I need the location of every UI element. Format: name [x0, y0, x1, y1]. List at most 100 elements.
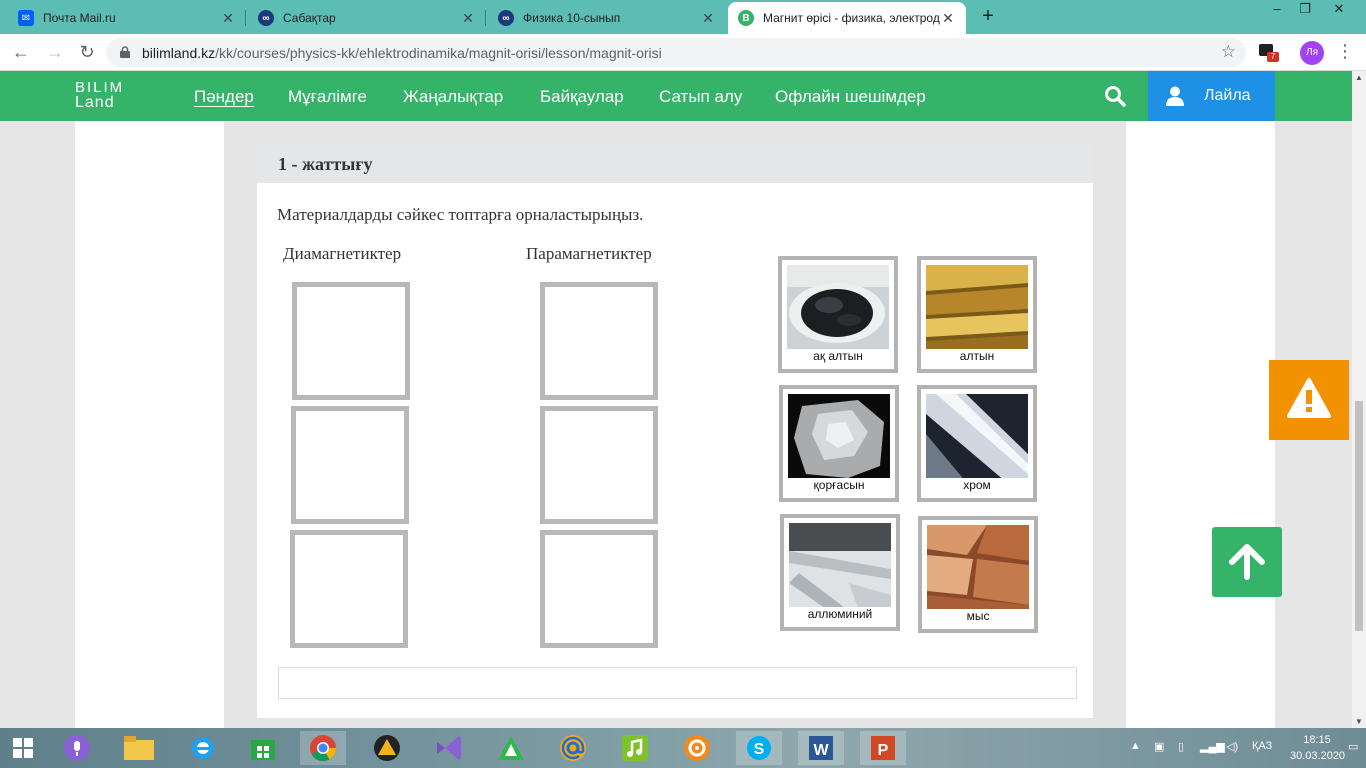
taskbar-skype[interactable]: S [736, 731, 782, 765]
nav-buy[interactable]: Сатып алу [659, 87, 742, 107]
minimize-icon[interactable]: – [1262, 0, 1292, 20]
voice-assistant-button[interactable] [54, 731, 100, 765]
extension-icon[interactable]: 7 [1258, 42, 1279, 62]
extension-badge: 7 [1267, 52, 1279, 62]
nav-news[interactable]: Жаңалықтар [403, 87, 503, 107]
site-header: BILIM Land Пәндер Мұғалімге Жаңалықтар Б… [0, 71, 1352, 121]
material-label: қорғасын [788, 478, 890, 492]
scroll-up-arrow-icon[interactable]: ▲ [1355, 73, 1363, 82]
paramagnetic-drop-slot[interactable] [540, 406, 658, 524]
notifications-icon[interactable]: ▭ [1348, 740, 1358, 753]
material-tile-white-gold[interactable]: ақ алтын [778, 256, 898, 373]
material-tile-chrome[interactable]: хром [917, 385, 1037, 502]
taskbar-app-orange[interactable] [674, 731, 720, 765]
tab-physics[interactable]: ∞ Физика 10-сынып ✕ [488, 2, 726, 34]
svg-text:S: S [754, 741, 765, 758]
warning-icon [1287, 378, 1331, 418]
svg-text:P: P [878, 742, 889, 759]
tab-title: Почта Mail.ru [43, 11, 116, 25]
taskbar-file-explorer[interactable] [116, 731, 162, 765]
search-icon[interactable] [1104, 85, 1126, 107]
taskbar-powerpoint[interactable]: P [860, 731, 906, 765]
start-button[interactable] [0, 731, 46, 765]
tab-sabaqtar[interactable]: ∞ Сабақтар ✕ [248, 2, 486, 34]
paramagnetic-drop-slot[interactable] [540, 282, 658, 400]
bilimland-icon: B [738, 10, 754, 26]
forward-icon[interactable]: → [42, 40, 68, 66]
tab-mail[interactable]: ✉ Почта Mail.ru ✕ [8, 2, 246, 34]
nav-offline[interactable]: Офлайн шешімдер [775, 87, 926, 107]
system-clock[interactable]: 18:15 30.03.2020 [1290, 732, 1345, 764]
url-path: /kk/courses/physics-kk/ehlektrodinamika/… [215, 45, 662, 61]
material-tile-gold[interactable]: алтын [917, 256, 1037, 373]
tab-magnit-orisi[interactable]: B Магнит өрісі - физика, электрод ✕ [728, 2, 966, 34]
new-tab-button[interactable]: + [976, 5, 1000, 29]
close-window-icon[interactable]: ✕ [1324, 0, 1354, 20]
user-name: Лайла [1204, 87, 1251, 104]
user-icon [1166, 86, 1184, 106]
taskbar-app-green[interactable] [488, 731, 534, 765]
powerpoint-icon: P [871, 736, 895, 760]
profile-avatar[interactable]: Ля [1300, 41, 1324, 65]
material-tile-copper[interactable]: мыс [918, 516, 1038, 633]
show-hidden-icons-icon[interactable]: ▲ [1130, 740, 1141, 752]
page-scrollbar[interactable]: ▲ ▼ [1352, 71, 1366, 728]
nav-subjects[interactable]: Пәндер [194, 87, 254, 107]
diamagnetic-drop-slot[interactable] [291, 406, 409, 524]
user-menu-button[interactable]: Лайла [1148, 71, 1275, 121]
network-error-icon[interactable]: ▣ [1154, 740, 1164, 753]
bilimland-logo[interactable]: BILIM Land [75, 79, 125, 111]
volume-icon[interactable]: ◁) [1226, 740, 1238, 753]
diamagnetic-drop-slot[interactable] [290, 530, 408, 648]
scrollbar-thumb[interactable] [1355, 401, 1363, 631]
logo-top: BILIM [75, 79, 125, 96]
report-error-button[interactable] [1269, 360, 1349, 440]
taskbar-app-a[interactable] [364, 731, 410, 765]
close-tab-icon[interactable]: ✕ [460, 10, 476, 27]
windows-taskbar: S W P ▲ ▣ ▯ ▂▄▆ ◁) ҚАЗ 18:15 30.03.2020 … [0, 728, 1366, 768]
taskbar-word[interactable]: W [798, 731, 844, 765]
material-tile-lead[interactable]: қорғасын [779, 385, 899, 502]
material-tile-aluminium[interactable]: аллюминий [780, 514, 900, 631]
taskbar-visual-studio[interactable] [426, 731, 472, 765]
tab-title: Физика 10-сынып [523, 11, 621, 25]
back-icon[interactable]: ← [8, 40, 34, 66]
taskbar-store[interactable] [240, 731, 286, 765]
browser-tab-strip: ✉ Почта Mail.ru ✕ ∞ Сабақтар ✕ ∞ Физика … [0, 0, 1366, 34]
clock-time: 18:15 [1303, 734, 1331, 746]
diamagnetic-drop-slot[interactable] [292, 282, 410, 400]
taskbar-internet-explorer[interactable] [180, 731, 226, 765]
microphone-icon [64, 735, 90, 761]
reload-icon[interactable]: ↻ [74, 40, 100, 66]
svg-text:W: W [813, 742, 829, 759]
exercise-card-header [257, 143, 1093, 183]
menu-kebab-icon[interactable]: ⋮ [1336, 41, 1354, 62]
taskbar-chrome[interactable] [300, 731, 346, 765]
exercise-instruction: Материалдарды сәйкес топтарға орналастыр… [277, 205, 644, 224]
close-tab-icon[interactable]: ✕ [220, 10, 236, 27]
nav-teacher[interactable]: Мұғалімге [288, 87, 367, 107]
address-bar[interactable]: bilimland.kz/kk/courses/physics-kk/ehlek… [106, 38, 1246, 67]
globe-icon: ∞ [258, 10, 274, 26]
wifi-signal-icon[interactable]: ▂▄▆ [1200, 740, 1225, 753]
exercise-title: 1 - жаттығу [278, 154, 373, 174]
aluminium-profile-image [789, 523, 891, 611]
language-indicator[interactable]: ҚАЗ [1252, 740, 1272, 752]
answer-feedback-field [278, 667, 1077, 699]
battery-icon[interactable]: ▯ [1178, 740, 1184, 753]
paramagnetic-drop-slot[interactable] [540, 530, 658, 648]
scroll-to-top-button[interactable] [1212, 527, 1282, 597]
scroll-down-arrow-icon[interactable]: ▼ [1355, 717, 1363, 726]
word-icon: W [809, 736, 833, 760]
close-tab-icon[interactable]: ✕ [940, 10, 956, 27]
nav-contests[interactable]: Байқаулар [540, 87, 624, 107]
taskbar-mail-agent[interactable] [550, 731, 596, 765]
material-label: алтын [926, 349, 1028, 363]
bookmark-star-icon[interactable]: ☆ [1221, 42, 1236, 62]
at-sign-icon [560, 735, 586, 761]
taskbar-music[interactable] [612, 731, 658, 765]
material-label: ақ алтын [787, 349, 889, 363]
close-tab-icon[interactable]: ✕ [700, 10, 716, 27]
restore-icon[interactable]: ❐ [1290, 0, 1320, 20]
gear-wheel-icon [684, 735, 710, 761]
